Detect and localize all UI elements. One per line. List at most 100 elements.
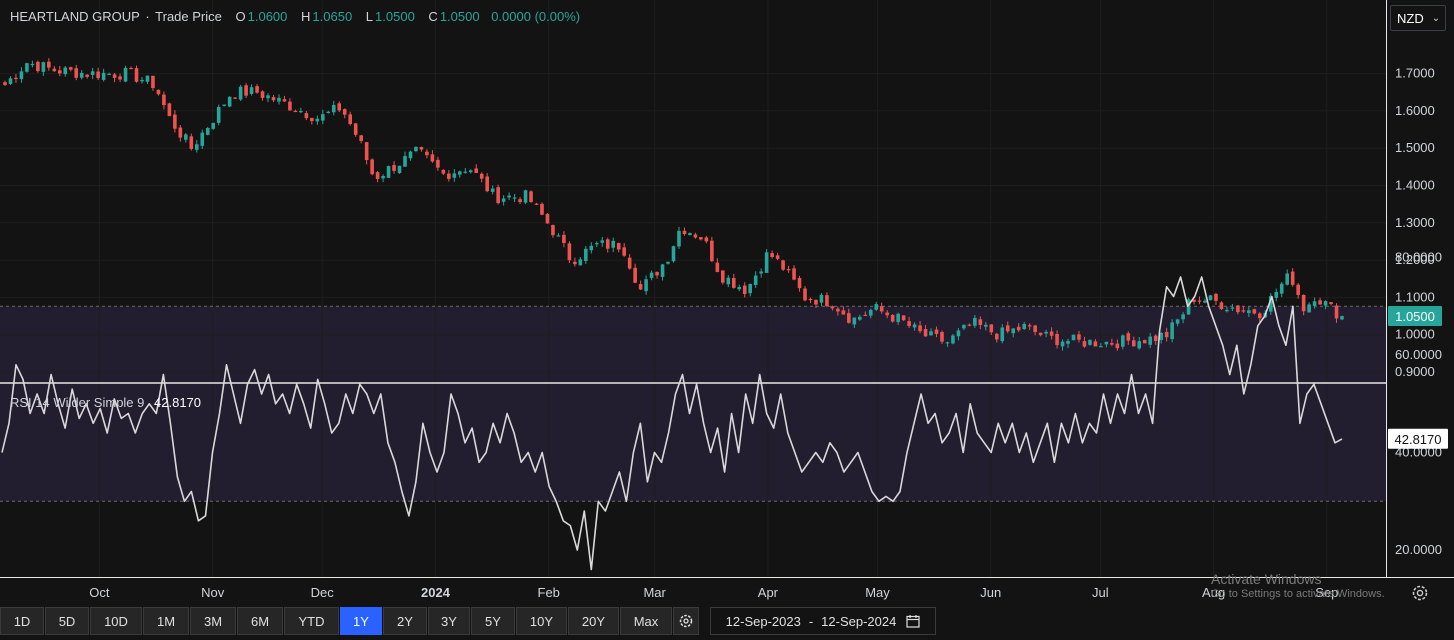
range-toolbar: 1D 5D 10D 1M 3M 6M YTD 1Y 2Y 3Y 5Y 10Y 20Y Max — [0, 607, 700, 635]
candle-body — [1175, 319, 1180, 324]
candle-body — [8, 78, 13, 84]
candle-body — [331, 104, 336, 113]
candle-body — [693, 234, 698, 238]
candle-body — [375, 172, 380, 179]
rsi-label: RSI 14 Wilder Simple 9 — [10, 395, 145, 410]
candle-body — [1301, 294, 1306, 312]
candle-body — [786, 269, 791, 271]
candle-body — [457, 171, 462, 175]
candle-body — [852, 317, 857, 325]
candle-body — [178, 127, 183, 138]
range-button-20y[interactable]: 20Y — [568, 607, 619, 635]
time-axis-tick-label: 2024 — [421, 585, 451, 600]
candle-body — [36, 61, 40, 72]
range-button-3m[interactable]: 3M — [190, 607, 236, 635]
candle-body — [907, 321, 911, 327]
date-range-picker[interactable]: 12-Sep-2023 - 12-Sep-2024 — [710, 607, 936, 635]
candle-body — [1016, 326, 1021, 331]
price-chart[interactable]: 1.70001.60001.50001.40001.30001.20001.10… — [0, 0, 1454, 640]
candle-body — [386, 166, 391, 178]
candle-body — [1066, 340, 1070, 344]
candle-body — [934, 329, 939, 334]
candle-body — [962, 324, 966, 329]
candle-body — [655, 271, 659, 276]
candle-body — [1247, 310, 1251, 314]
price-axis-tick-label: 1.7000 — [1395, 66, 1435, 81]
candle-body — [216, 106, 221, 123]
candle-body — [1044, 331, 1048, 334]
candle-body — [1279, 283, 1284, 294]
time-axis-tick-label: Feb — [538, 585, 560, 600]
candle-body — [764, 252, 769, 273]
candle-body — [567, 243, 572, 261]
candle-body — [792, 268, 796, 280]
chart-legend: HEARTLAND GROUP · Trade Price O 1.0600 H1… — [10, 9, 582, 24]
candle-body — [321, 114, 325, 121]
candle-body — [825, 295, 829, 307]
candle-body — [627, 257, 632, 269]
candle-body — [1296, 284, 1300, 295]
candle-body — [255, 86, 259, 93]
range-button-6m[interactable]: 6M — [237, 607, 283, 635]
range-button-10y[interactable]: 10Y — [516, 607, 567, 635]
candle-body — [545, 213, 550, 224]
candle-body — [814, 299, 818, 305]
range-button-max[interactable]: Max — [620, 607, 672, 635]
range-button-1m[interactable]: 1M — [143, 607, 189, 635]
candle-body — [326, 111, 331, 113]
candle-body — [233, 97, 237, 99]
candle-body — [726, 277, 731, 285]
candle-body — [633, 267, 637, 283]
settings-gear-icon[interactable] — [1410, 583, 1430, 603]
range-button-1d[interactable]: 1D — [0, 607, 44, 635]
chart-settings-button[interactable] — [673, 607, 699, 635]
watermark-title: Activate Windows — [1211, 571, 1322, 587]
candle-body — [775, 255, 780, 259]
candle-body — [715, 262, 720, 272]
candle-body — [836, 308, 840, 312]
time-axis-tick-label: Nov — [201, 585, 225, 600]
price-axis-tick-label: 1.5000 — [1395, 140, 1435, 155]
range-button-2y[interactable]: 2Y — [383, 607, 427, 635]
time-axis-tick-label: Oct — [89, 585, 110, 600]
candle-body — [151, 75, 155, 89]
candle-body — [68, 67, 73, 70]
range-button-ytd[interactable]: YTD — [284, 607, 339, 635]
candle-body — [1197, 300, 1202, 302]
candle-body — [742, 285, 747, 294]
candle-body — [490, 188, 495, 192]
range-button-5d[interactable]: 5D — [45, 607, 89, 635]
candle-body — [222, 104, 226, 106]
candle-body — [644, 279, 648, 292]
candle-body — [753, 275, 758, 286]
candle-body — [1225, 309, 1229, 312]
candle-body — [523, 190, 528, 203]
candle-body — [551, 224, 555, 236]
candle-body — [994, 333, 999, 340]
currency-select[interactable]: NZD ⌄ — [1390, 5, 1446, 31]
candle-body — [605, 239, 610, 249]
candle-body — [129, 67, 133, 70]
candle-body — [688, 233, 692, 236]
range-button-5y[interactable]: 5Y — [471, 607, 515, 635]
candle-body — [731, 277, 736, 288]
candle-body — [419, 147, 424, 150]
range-button-1y[interactable]: 1Y — [340, 607, 382, 635]
candle-body — [1126, 333, 1131, 341]
date-range-separator: - — [808, 613, 814, 629]
candle-body — [858, 316, 862, 320]
candle-body — [1104, 341, 1109, 345]
candle-body — [112, 74, 117, 78]
candle-body — [244, 85, 248, 96]
calendar-icon — [906, 615, 920, 628]
candle-body — [984, 324, 988, 327]
candle-body — [518, 199, 522, 203]
range-button-3y[interactable]: 3Y — [428, 607, 470, 635]
candle-body — [162, 94, 166, 106]
candle-body — [430, 154, 435, 162]
candle-body — [863, 314, 868, 317]
candle-body — [912, 324, 917, 328]
candle-body — [501, 198, 506, 202]
candle-body — [1252, 309, 1257, 314]
range-button-10d[interactable]: 10D — [90, 607, 142, 635]
